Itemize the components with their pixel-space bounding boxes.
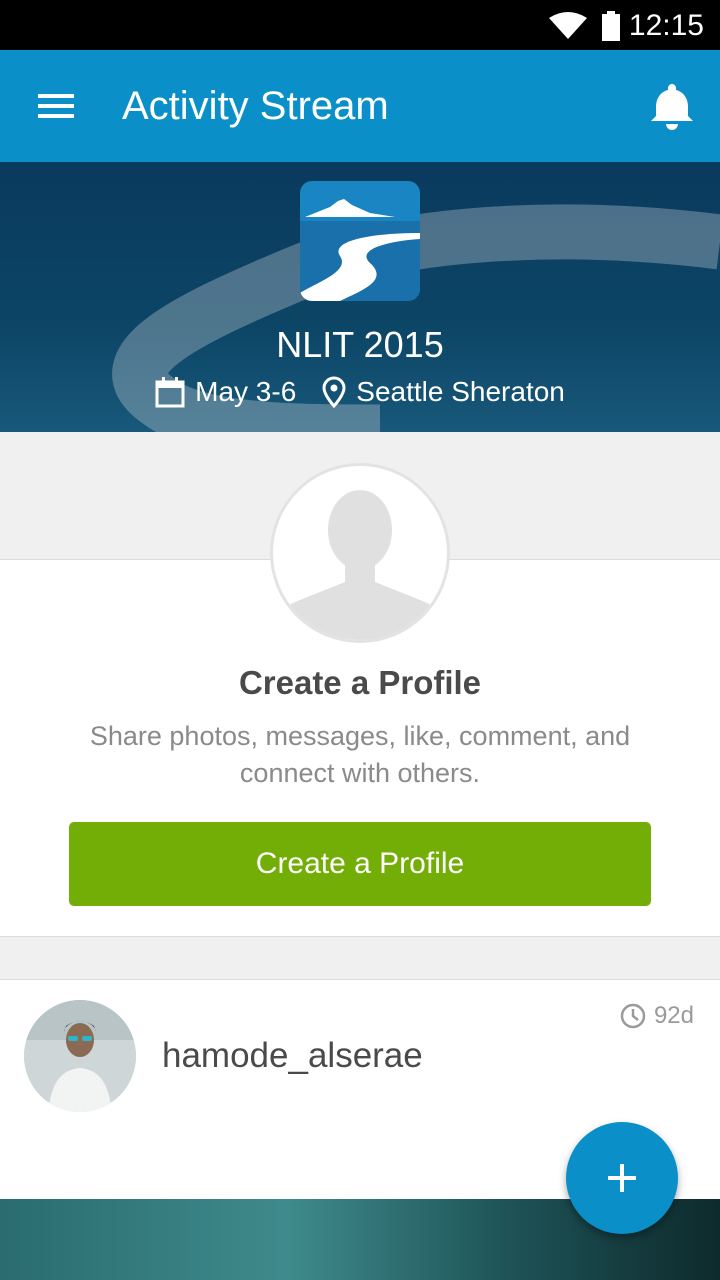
event-header: NLIT 2015 May 3-6 Seattle Sheraton [0,162,720,432]
event-location-text: Seattle Sheraton [356,376,565,407]
bell-icon[interactable] [646,80,698,132]
app-bar: Activity Stream [0,50,720,162]
post-age: 92d [620,1002,694,1030]
add-post-button[interactable] [566,1122,678,1234]
event-dates: May 3-6 [155,376,296,408]
event-logo [300,181,420,301]
create-profile-heading: Create a Profile [238,664,482,701]
clock-icon [620,1003,646,1029]
map-pin-icon [322,376,346,408]
battery-icon [602,11,620,41]
post-age-text: 92d [653,1002,694,1029]
profile-placeholder-avatar[interactable] [270,463,450,643]
wifi-icon [549,12,587,39]
person-silhouette-icon [281,490,439,640]
post-username[interactable]: hamode_alserae [162,1036,423,1076]
clock-time: 12:15 [628,9,704,42]
event-location: Seattle Sheraton [322,376,565,408]
hamburger-menu-icon[interactable] [36,90,76,122]
calendar-icon [155,377,185,408]
status-bar: 12:15 [0,0,720,50]
page-title: Activity Stream [122,84,389,128]
plus-icon [608,1164,636,1192]
event-dates-text: May 3-6 [195,376,297,407]
event-name: NLIT 2015 [276,324,444,365]
create-profile-button[interactable]: Create a Profile [69,822,651,906]
create-profile-description: Share photos, messages, like, comment, a… [89,721,631,788]
avatar[interactable] [24,1000,136,1112]
event-meta: May 3-6 Seattle Sheraton [0,376,720,408]
